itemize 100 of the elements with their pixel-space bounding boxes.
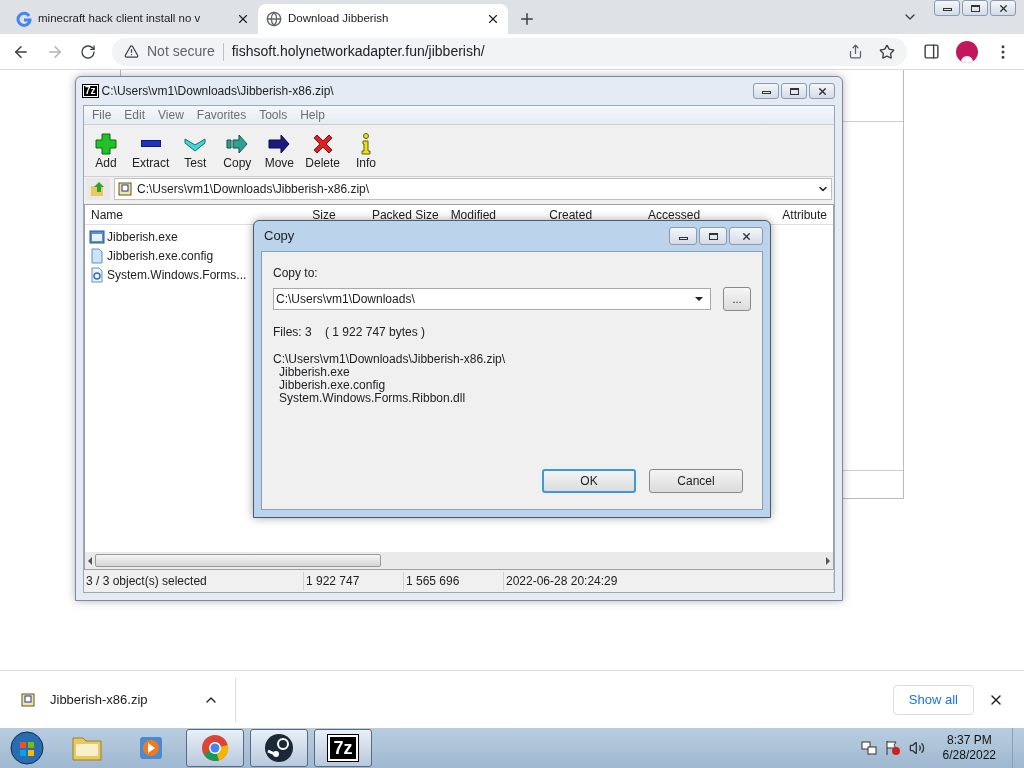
globe-icon [266,11,282,27]
close-icon[interactable] [236,12,250,26]
minimize-button[interactable] [934,0,960,16]
download-name: Jibberish-x86.zip [50,690,149,709]
star-icon[interactable] [879,43,895,60]
address-bar[interactable]: Not secure fishsoft.holynetworkadapter.fun/jibberish/ [112,37,907,66]
flag-icon[interactable] [884,740,901,756]
file-icon [89,247,105,264]
toolbar-button[interactable]: Info [348,131,385,170]
destination-field[interactable]: C:\Users\vm1\Downloads\ [273,288,711,310]
file-name[interactable]: Jibberish.exe.config [107,246,214,265]
up-folder-button[interactable] [86,178,110,200]
toolbar-button[interactable]: Test [177,131,214,170]
minimize-button[interactable] [669,227,697,245]
maximize-button[interactable] [962,0,988,16]
download-item[interactable]: Jibberish-x86.zip [20,677,236,722]
avatar[interactable] [956,40,978,63]
play-icon [138,734,164,762]
dialog-button[interactable]: OK [542,469,636,493]
browse-button[interactable]: ... [723,287,751,311]
close-icon [816,85,828,97]
maximize-button[interactable] [699,227,727,245]
show-all-button[interactable]: Show all [892,684,974,715]
toolbar-button[interactable]: Add [88,131,124,170]
taskbar-button[interactable] [250,729,308,767]
new-tab-icon[interactable] [518,10,536,28]
minimize-button[interactable] [753,83,779,99]
app-logo: 7z [83,85,98,97]
status-text: 3 / 3 object(s) selected [84,572,304,590]
url-text: fishsoft.holynetworkadapter.fun/jibberish/ [231,42,486,61]
plus-icon [94,131,118,156]
file-entry: System.Windows.Forms.Ribbon.dll [278,392,467,405]
reload-icon[interactable] [80,43,96,60]
window-title: C:\Users\vm1\Downloads\Jibberish-x86.zip\ [101,83,335,100]
column-header[interactable]: Modified [444,205,544,224]
network-icon[interactable] [860,740,877,756]
gear-file-icon [89,266,105,283]
file-entry: Jibberish.exe [279,366,350,379]
file-name[interactable]: Jibberish.exe [107,227,178,246]
close-icon[interactable] [486,12,500,26]
side-panel-icon[interactable] [923,43,940,60]
archiver-logo: 7z [328,735,358,761]
column-header[interactable]: Name [85,205,243,224]
destination-text: C:\Users\vm1\Downloads\ [276,291,416,308]
status-text: 1 922 747 [304,572,404,590]
source-path: C:\Users\vm1\Downloads\Jibberish-x86.zip\ [273,353,507,366]
file-name[interactable]: System.Windows.Forms... [107,265,247,284]
clock[interactable]: 8:37 PM 6/28/2022 [942,733,996,763]
column-header[interactable]: Size [242,205,342,224]
browser-tab[interactable]: minecraft hack client install no v [8,4,258,34]
speaker-icon[interactable] [908,740,925,756]
warning-icon [124,44,139,59]
folder-icon [71,734,103,762]
menu-item[interactable]: Help [300,106,325,124]
files-summary: Files: 3 ( 1 922 747 bytes ) [273,324,427,341]
toolbar-button[interactable]: Move [261,131,298,170]
windows-orb-icon [10,731,44,765]
tab-title: Download Jibberish [288,11,390,27]
taskbar-button[interactable]: 7z [314,729,372,767]
tab-title: minecraft hack client install no v [38,11,202,27]
toolbar-button[interactable]: Delete [303,131,343,170]
archive-icon [117,181,133,197]
close-icon [997,2,1009,14]
status-text: 1 565 696 [404,572,504,590]
browser-icon [201,734,229,762]
copy-to-label: Copy to: [273,265,319,282]
steam-icon [264,733,294,763]
menu-item[interactable]: Edit [124,106,146,124]
path-field[interactable]: C:\Users\vm1\Downloads\Jibberish-x86.zip\ [114,178,832,200]
column-header[interactable]: Created [543,205,643,224]
status-text: 2022-06-28 20:24:29 [504,572,834,590]
security-label: Not secure [147,42,215,61]
maximize-button[interactable] [781,83,807,99]
clock-date: 6/28/2022 [942,748,996,763]
close-button[interactable] [990,0,1016,16]
menu-item[interactable]: Tools [259,106,288,124]
menu-item[interactable]: Favorites [196,106,247,124]
file-entry: Jibberish.exe.config [278,379,387,392]
menu-item[interactable]: File [92,106,112,124]
column-header[interactable]: Attribute [776,205,833,224]
favicon-icon [16,11,32,27]
close-icon [740,230,752,242]
horizontal-scrollbar[interactable] [85,552,833,569]
toolbar-button[interactable]: Extract [130,131,172,170]
share-icon[interactable] [848,44,863,59]
dialog-button[interactable]: Cancel [649,469,743,493]
dialog-title: Copy [264,227,295,246]
toolbar-button[interactable]: Copy [219,131,256,170]
clock-time: 8:37 PM [946,733,992,748]
column-header[interactable]: Accessed [642,205,777,224]
column-header[interactable]: Packed Size [341,205,445,224]
window-icon [89,228,105,245]
close-button[interactable] [729,227,763,245]
path-text: C:\Users\vm1\Downloads\Jibberish-x86.zip\ [137,181,371,198]
menu-item[interactable]: View [158,106,184,124]
folder-up-icon [90,181,106,197]
close-button[interactable] [809,83,835,99]
browser-tab[interactable]: Download Jibberish [258,4,508,34]
archive-icon [20,691,36,708]
minus-icon [140,140,161,147]
